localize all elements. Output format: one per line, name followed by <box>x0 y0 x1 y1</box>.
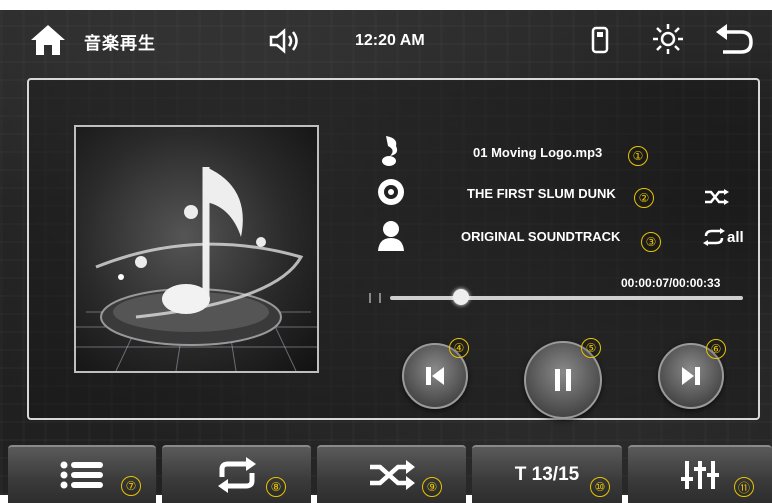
annotation-marker-9: ⑨ <box>422 477 442 497</box>
shuffle-icon[interactable] <box>704 188 730 211</box>
top-bar: 音楽再生 12:20 AM <box>0 10 772 72</box>
speaker-icon[interactable] <box>268 26 302 56</box>
list-icon <box>60 461 103 489</box>
repeat-icon <box>703 228 725 246</box>
screen-title: 音楽再生 <box>84 33 156 53</box>
equalizer-icon <box>681 461 719 489</box>
music-note-icon <box>380 134 402 173</box>
artist-icon <box>377 220 405 257</box>
track-filename: 01 Moving Logo.mp3 <box>473 145 603 160</box>
annotation-marker-10: ⑩ <box>590 477 610 497</box>
annotation-marker-8: ⑧ <box>266 477 286 497</box>
player-screen: 音楽再生 12:20 AM 01 Moving Logo.mp3 ① THE F… <box>0 10 772 503</box>
annotation-marker-5: ⑤ <box>581 338 601 358</box>
home-icon[interactable] <box>28 20 68 60</box>
playback-time: 00:00:07/00:00:33 <box>621 276 721 290</box>
seek-bar[interactable] <box>390 296 743 300</box>
annotation-marker-4: ④ <box>449 338 469 358</box>
annotation-marker-7: ⑦ <box>121 476 141 496</box>
shuffle-icon <box>369 460 415 490</box>
shuffle-button[interactable] <box>317 445 466 503</box>
album-art <box>74 125 319 373</box>
album-name: THE FIRST SLUM DUNK <box>467 186 616 201</box>
repeat-all-indicator[interactable]: all <box>702 228 744 246</box>
artist-name: ORIGINAL SOUNDTRACK <box>461 229 621 244</box>
track-counter: T 13/15 <box>514 464 580 485</box>
seek-handle-grip <box>369 293 381 303</box>
repeat-button[interactable] <box>162 445 311 503</box>
back-icon[interactable] <box>713 22 755 58</box>
usb-icon[interactable] <box>588 24 612 56</box>
annotation-marker-2: ② <box>634 188 654 208</box>
clock: 12:20 AM <box>355 32 425 49</box>
annotation-marker-11: ⑪ <box>734 477 754 497</box>
repeat-icon <box>217 457 256 493</box>
disc-icon <box>377 178 405 211</box>
brightness-icon[interactable] <box>651 22 685 56</box>
seek-knob[interactable] <box>452 289 469 305</box>
bottom-bar: T 13/15 ⑦ ⑧ ⑨ ⑩ ⑪ <box>0 435 772 503</box>
pause-icon <box>555 369 571 391</box>
previous-icon <box>426 367 444 385</box>
annotation-marker-6: ⑥ <box>706 339 726 359</box>
repeat-mode-label: all <box>727 228 744 246</box>
next-icon <box>682 367 700 385</box>
annotation-marker-1: ① <box>628 146 648 166</box>
annotation-marker-3: ③ <box>641 232 661 252</box>
